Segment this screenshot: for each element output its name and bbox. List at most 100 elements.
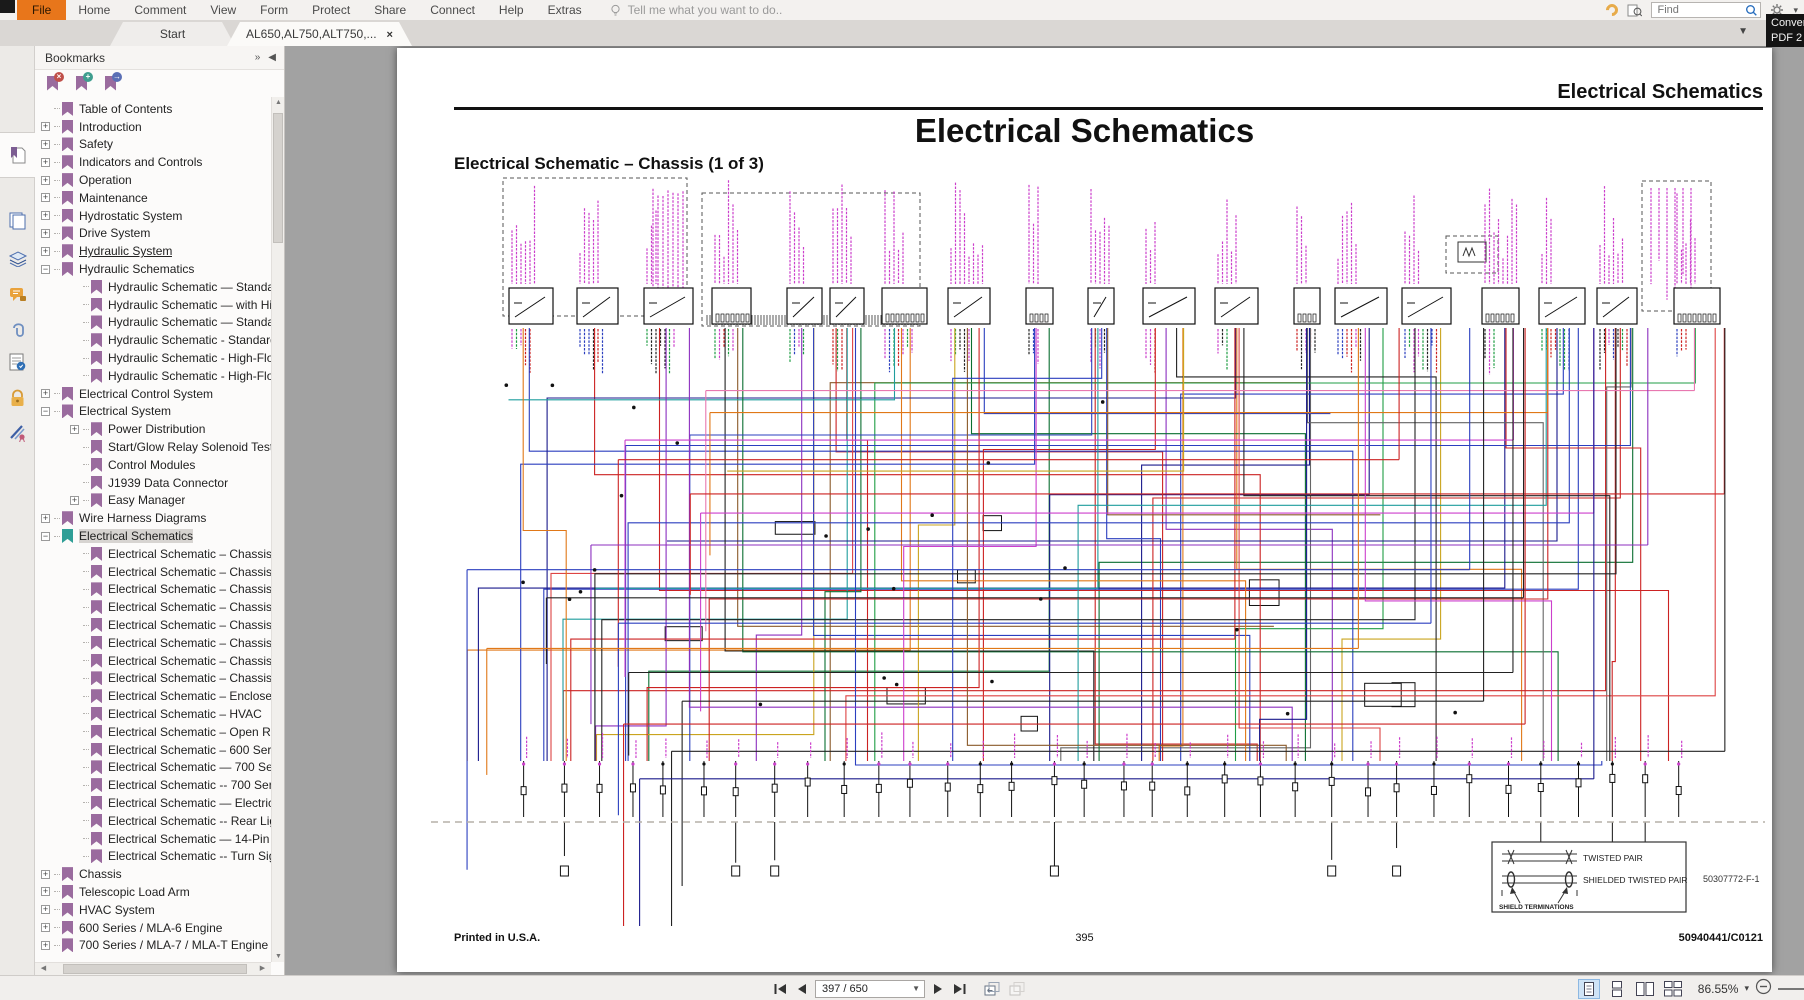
bookmark-item[interactable]: Hydraulic Schematic - High-Flow bbox=[35, 349, 271, 367]
expander-icon[interactable]: + bbox=[41, 211, 50, 220]
expander-icon[interactable]: + bbox=[41, 514, 50, 523]
document-area[interactable]: Electrical Schematics Electrical Schemat… bbox=[285, 46, 1804, 975]
menu-form[interactable]: Form bbox=[248, 0, 300, 20]
expander-icon[interactable]: + bbox=[41, 140, 50, 149]
find-input[interactable] bbox=[1657, 4, 1745, 16]
find-box[interactable] bbox=[1651, 2, 1761, 18]
bookmark-item[interactable]: Hydraulic Schematic — Standard bbox=[35, 314, 271, 332]
scroll-left-icon[interactable]: ◀ bbox=[37, 964, 50, 972]
sign-panel-button[interactable] bbox=[0, 416, 35, 448]
expander-icon[interactable]: + bbox=[41, 923, 50, 932]
panel-dock-icon[interactable]: ◀ bbox=[268, 52, 276, 63]
last-page-button[interactable] bbox=[952, 982, 968, 996]
expander-icon[interactable]: + bbox=[41, 870, 50, 879]
bookmark-item[interactable]: Electrical Schematic – Open RO bbox=[35, 723, 271, 741]
bookmark-item[interactable]: +600 Series / MLA-6 Engine bbox=[35, 919, 271, 937]
find-search-icon[interactable] bbox=[1745, 4, 1758, 17]
tab-list-caret-icon[interactable]: ▼ bbox=[1738, 26, 1748, 37]
expander-icon[interactable]: + bbox=[41, 158, 50, 167]
bookmark-item[interactable]: +Chassis bbox=[35, 865, 271, 883]
add-bookmark-button[interactable]: + bbox=[76, 76, 89, 92]
scroll-up-icon[interactable]: ▲ bbox=[272, 99, 285, 106]
menu-connect[interactable]: Connect bbox=[418, 0, 487, 20]
layers-panel-button[interactable] bbox=[0, 242, 35, 274]
menu-protect[interactable]: Protect bbox=[300, 0, 362, 20]
bookmark-item[interactable]: Electrical Schematic – Chassis – bbox=[35, 652, 271, 670]
expander-icon[interactable]: − bbox=[41, 407, 50, 416]
expander-icon[interactable]: + bbox=[41, 941, 50, 950]
bookmark-item[interactable]: −Electrical Schematics bbox=[35, 527, 271, 545]
bookmark-item[interactable]: Table of Contents bbox=[35, 100, 271, 118]
pages-panel-button[interactable] bbox=[0, 204, 35, 236]
bookmark-item[interactable]: Electrical Schematic – Chassis – bbox=[35, 598, 271, 616]
expander-icon[interactable]: + bbox=[41, 122, 50, 131]
bookmark-item[interactable]: +Electrical Control System bbox=[35, 385, 271, 403]
expander-icon[interactable]: + bbox=[41, 176, 50, 185]
expander-icon[interactable]: + bbox=[70, 496, 79, 505]
page-field-caret-icon[interactable]: ▼ bbox=[908, 984, 924, 993]
signatures-panel-button[interactable] bbox=[0, 346, 35, 378]
bookmark-item[interactable]: Electrical Schematic -- Rear Ligh bbox=[35, 812, 271, 830]
bookmark-item[interactable]: Electrical Schematic — Electrica bbox=[35, 794, 271, 812]
bookmark-item[interactable]: +Hydrostatic System bbox=[35, 207, 271, 225]
menu-extras[interactable]: Extras bbox=[536, 0, 594, 20]
tab-document[interactable]: AL650,AL750,ALT750,...× bbox=[227, 22, 412, 46]
convert-pdf-badge[interactable]: Convert PDF 2 bbox=[1766, 14, 1804, 47]
bookmark-item[interactable]: Electrical Schematic – Chassis (1 bbox=[35, 545, 271, 563]
bookmark-item[interactable]: +Maintenance bbox=[35, 189, 271, 207]
expander-icon[interactable]: + bbox=[41, 193, 50, 202]
bookmark-item[interactable]: Electrical Schematic – Chassis – bbox=[35, 670, 271, 688]
panel-expand-icon[interactable]: » bbox=[255, 52, 261, 63]
search-document-icon[interactable] bbox=[1627, 3, 1642, 17]
goto-bookmark-button[interactable]: → bbox=[105, 76, 118, 92]
security-panel-button[interactable] bbox=[0, 382, 35, 414]
tell-me-box[interactable]: Tell me what you want to do.. bbox=[610, 0, 783, 20]
previous-view-button[interactable] bbox=[983, 981, 1001, 997]
bookmark-item[interactable]: Electrical Schematic – Chassis – bbox=[35, 616, 271, 634]
bookmarks-panel-button[interactable] bbox=[0, 132, 35, 178]
facing-view-button[interactable] bbox=[1634, 979, 1656, 999]
expander-icon[interactable]: + bbox=[70, 425, 79, 434]
bookmark-item[interactable]: Electrical Schematic – HVAC bbox=[35, 705, 271, 723]
bookmark-item[interactable]: Electrical Schematic – Chassis – bbox=[35, 581, 271, 599]
bookmark-item[interactable]: Electrical Schematic – Chassis – bbox=[35, 634, 271, 652]
expander-icon[interactable]: + bbox=[41, 389, 50, 398]
single-page-view-button[interactable] bbox=[1578, 979, 1600, 999]
bookmark-item[interactable]: Electrical Schematic -- 700 Serie bbox=[35, 776, 271, 794]
menu-comment[interactable]: Comment bbox=[122, 0, 198, 20]
bookmarks-horizontal-scrollbar[interactable]: ◀ ▶ bbox=[35, 962, 271, 975]
expander-icon[interactable]: − bbox=[41, 532, 50, 541]
bookmark-item[interactable]: Electrical Schematic -- Turn Sig bbox=[35, 847, 271, 865]
bookmark-item[interactable]: +Telescopic Load Arm bbox=[35, 883, 271, 901]
bookmark-item[interactable]: Hydraulic Schematic - High-Flow bbox=[35, 367, 271, 385]
bookmark-item[interactable]: Electrical Schematic – Enclosed bbox=[35, 687, 271, 705]
bookmark-item[interactable]: +HVAC System bbox=[35, 901, 271, 919]
bookmark-item[interactable]: +700 Series / MLA-7 / MLA-T Engine bbox=[35, 936, 271, 954]
next-page-button[interactable] bbox=[932, 982, 945, 996]
bookmark-item[interactable]: +Power Distribution bbox=[35, 420, 271, 438]
previous-page-button[interactable] bbox=[795, 982, 808, 996]
page-number-input[interactable] bbox=[816, 983, 908, 995]
bookmark-item[interactable]: −Electrical System bbox=[35, 403, 271, 421]
expander-icon[interactable]: + bbox=[41, 247, 50, 256]
zoom-level[interactable]: 86.55% bbox=[1698, 982, 1739, 996]
expander-icon[interactable]: + bbox=[41, 905, 50, 914]
bookmark-item[interactable]: +Operation bbox=[35, 171, 271, 189]
bookmark-item[interactable]: +Indicators and Controls bbox=[35, 153, 271, 171]
horizontal-scroll-thumb[interactable] bbox=[63, 964, 247, 974]
scroll-down-icon[interactable]: ▼ bbox=[272, 953, 285, 960]
bookmarks-vertical-scrollbar[interactable]: ▲ ▼ bbox=[271, 97, 284, 962]
page-number-field[interactable]: ▼ bbox=[815, 980, 925, 998]
next-view-button[interactable] bbox=[1008, 981, 1026, 997]
bookmark-item[interactable]: +Safety bbox=[35, 136, 271, 154]
menu-help[interactable]: Help bbox=[487, 0, 536, 20]
bookmark-item[interactable]: −Hydraulic Schematics bbox=[35, 260, 271, 278]
expander-icon[interactable]: − bbox=[41, 265, 50, 274]
bookmark-item[interactable]: Electrical Schematic — 700 Seri bbox=[35, 758, 271, 776]
expander-icon[interactable]: + bbox=[41, 887, 50, 896]
continuous-facing-view-button[interactable] bbox=[1662, 979, 1684, 999]
menu-share[interactable]: Share bbox=[362, 0, 418, 20]
bookmark-item[interactable]: +Easy Manager bbox=[35, 492, 271, 510]
scroll-right-icon[interactable]: ▶ bbox=[256, 964, 269, 972]
bookmark-item[interactable]: +Drive System bbox=[35, 225, 271, 243]
